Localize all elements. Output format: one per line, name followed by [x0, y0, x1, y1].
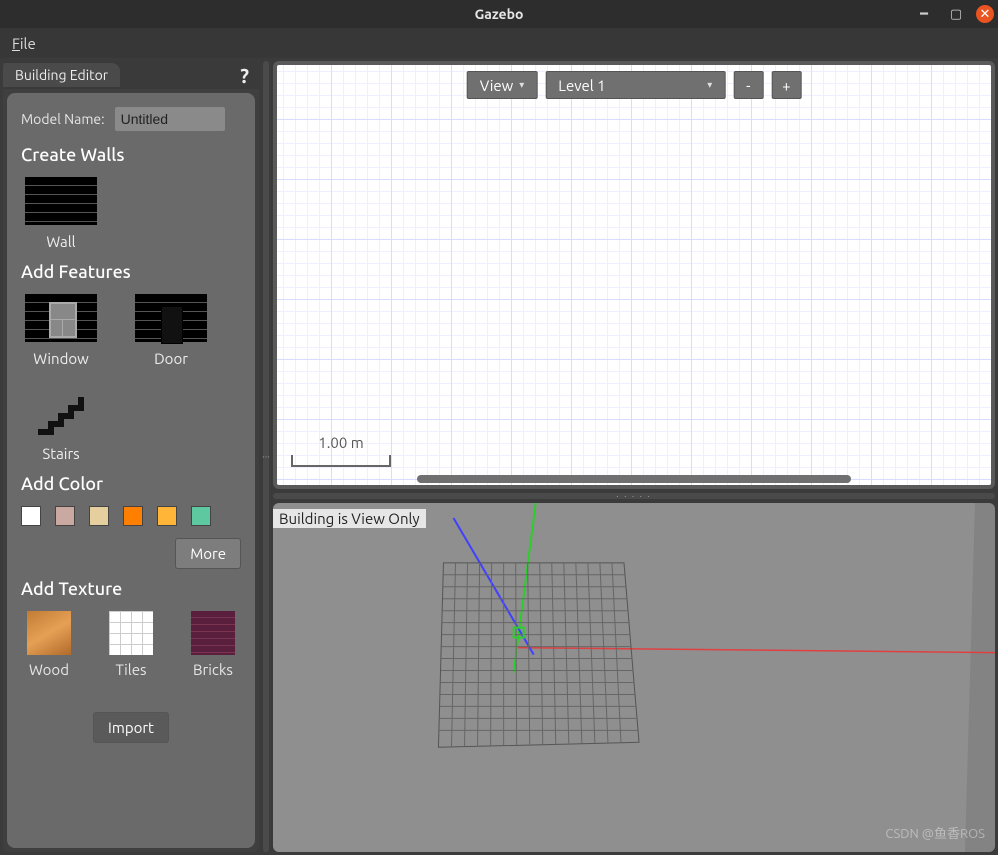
color-swatch-amber[interactable]	[157, 506, 177, 526]
minimize-button[interactable]: ━	[908, 0, 940, 28]
section-add-texture: Add Texture	[21, 579, 241, 599]
scale-ruler: 1.00 m	[291, 434, 391, 467]
stairs-icon	[36, 397, 86, 437]
color-swatch-orange[interactable]	[123, 506, 143, 526]
close-button[interactable]: ✕	[976, 5, 994, 23]
palette-wall[interactable]: Wall	[21, 177, 101, 250]
palette-stairs[interactable]: Stairs	[21, 397, 101, 462]
texture-tiles-label: Tiles	[115, 661, 146, 678]
color-swatch-white[interactable]	[21, 506, 41, 526]
level-select[interactable]: Level 1▾	[545, 71, 725, 99]
maximize-button[interactable]: ▢	[940, 0, 972, 28]
color-swatch-tan[interactable]	[55, 506, 75, 526]
preview-3d-canvas[interactable]: Building is View Only	[273, 503, 995, 852]
window-titlebar: Gazebo ━ ▢ ✕	[0, 0, 998, 28]
add-level-button[interactable]: +	[771, 71, 801, 99]
import-button[interactable]: Import	[93, 712, 169, 743]
palette-door[interactable]: Door	[131, 294, 211, 367]
menu-file[interactable]: File	[6, 33, 42, 54]
chevron-down-icon: ▾	[707, 79, 712, 91]
texture-wood-label: Wood	[29, 661, 69, 678]
window-title: Gazebo	[475, 6, 524, 22]
wall-icon	[25, 177, 97, 225]
horizontal-scrollbar[interactable]	[417, 475, 851, 483]
sidebar-panel: Building Editor ? Model Name: Create Wal…	[3, 61, 259, 852]
color-swatch-beige[interactable]	[89, 506, 109, 526]
view-dropdown[interactable]: View▾	[467, 71, 538, 99]
bricks-icon	[191, 611, 235, 655]
wood-icon	[27, 611, 71, 655]
chevron-down-icon: ▾	[519, 79, 524, 91]
menu-bar: File	[0, 28, 998, 58]
texture-bricks-label: Bricks	[193, 661, 233, 678]
vertical-splitter[interactable]: ⋮	[263, 61, 269, 852]
floorplan-canvas[interactable]: View▾ Level 1▾ - + 1.00 m	[273, 61, 995, 489]
help-icon[interactable]: ?	[230, 64, 259, 87]
palette-wall-label: Wall	[46, 233, 75, 250]
model-name-label: Model Name:	[21, 111, 105, 127]
section-add-features: Add Features	[21, 262, 241, 282]
door-icon	[135, 294, 207, 342]
color-row	[21, 506, 241, 526]
remove-level-button[interactable]: -	[733, 71, 763, 99]
palette-window-label: Window	[33, 350, 89, 367]
palette-window[interactable]: Window	[21, 294, 101, 367]
tab-building-editor[interactable]: Building Editor	[3, 63, 120, 87]
texture-wood[interactable]: Wood	[21, 611, 77, 678]
more-colors-button[interactable]: More	[175, 538, 241, 569]
view-only-badge: Building is View Only	[273, 509, 426, 528]
texture-tiles[interactable]: Tiles	[103, 611, 159, 678]
horizontal-splitter[interactable]: · · · · ·	[273, 493, 995, 499]
palette-stairs-label: Stairs	[42, 445, 79, 462]
window-icon	[25, 294, 97, 342]
scale-label: 1.00 m	[291, 434, 391, 451]
section-add-color: Add Color	[21, 474, 241, 494]
model-name-input[interactable]	[115, 107, 225, 131]
texture-bricks[interactable]: Bricks	[185, 611, 241, 678]
watermark: CSDN @鱼香ROS	[885, 823, 985, 842]
tiles-icon	[109, 611, 153, 655]
palette-door-label: Door	[154, 350, 188, 367]
section-create-walls: Create Walls	[21, 145, 241, 165]
color-swatch-teal[interactable]	[191, 506, 211, 526]
